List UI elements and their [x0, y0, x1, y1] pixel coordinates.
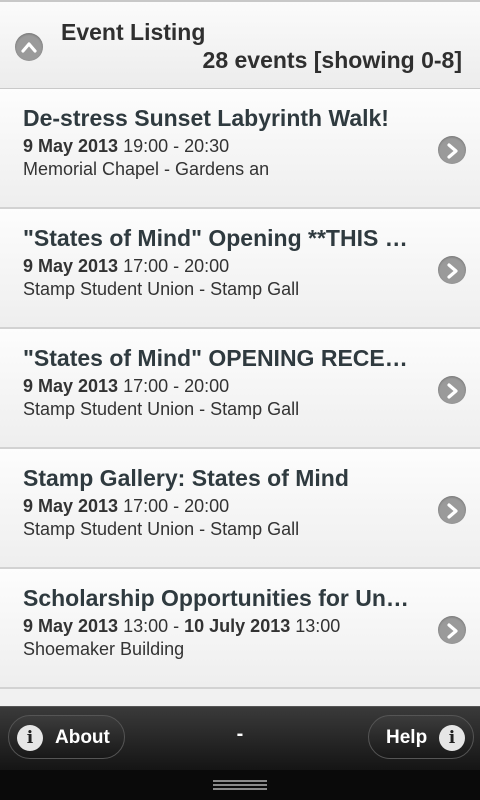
event-start-time: 19:00	[123, 136, 169, 156]
event-end-time: 13:00	[295, 616, 341, 636]
event-title: De-stress Sunset Labyrinth Walk!	[23, 105, 389, 131]
chevron-right-icon	[447, 263, 458, 279]
event-title: "States of Mind" OPENING RECEPTION	[23, 345, 418, 371]
list-header: Event Listing 28 events [showing 0-8]	[0, 0, 480, 89]
chevron-right-icon	[447, 143, 458, 159]
list-item[interactable]: Scholarship Opportunities for Undergradu…	[0, 569, 480, 689]
collapse-button[interactable]	[15, 33, 43, 61]
page-title: Event Listing	[61, 19, 206, 45]
help-label: Help	[386, 727, 428, 748]
event-title: Scholarship Opportunities for Undergradu…	[23, 585, 418, 611]
event-end-time: 20:00	[184, 376, 230, 396]
event-title: "States of Mind" Opening **THIS EVENT	[23, 225, 418, 251]
event-time-separator: -	[168, 616, 185, 636]
list-item[interactable]: "States of Mind" OPENING RECEPTION 9 May…	[0, 329, 480, 449]
event-location: Stamp Student Union - Stamp Gall	[23, 279, 300, 299]
open-event-button[interactable]	[438, 376, 466, 404]
list-item[interactable]: Stamp Gallery: States of Mind 9 May 2013…	[0, 449, 480, 569]
event-time: 9 May 2013 17:00 - 20:00	[23, 256, 229, 277]
event-time-separator: -	[168, 256, 185, 276]
event-location: Stamp Student Union - Stamp Gall	[23, 519, 300, 539]
open-event-button[interactable]	[438, 616, 466, 644]
event-time-separator: -	[168, 136, 185, 156]
chevron-up-icon	[21, 42, 37, 53]
event-start-date: 9 May 2013	[23, 496, 119, 516]
help-button[interactable]: Help i	[368, 715, 474, 759]
event-time-separator: -	[168, 496, 185, 516]
event-location: Stamp Student Union - Stamp Gall	[23, 399, 300, 419]
event-title: Stamp Gallery: States of Mind	[23, 465, 349, 491]
event-start-date: 9 May 2013	[23, 256, 119, 276]
event-start-time: 17:00	[123, 376, 169, 396]
event-list: De-stress Sunset Labyrinth Walk! 9 May 2…	[0, 89, 480, 689]
system-bar	[0, 770, 480, 800]
chevron-right-icon	[447, 623, 458, 639]
event-start-date: 9 May 2013	[23, 616, 119, 636]
open-event-button[interactable]	[438, 256, 466, 284]
event-time: 9 May 2013 17:00 - 20:00	[23, 376, 229, 397]
event-start-time: 17:00	[123, 496, 169, 516]
event-start-date: 9 May 2013	[23, 136, 119, 156]
event-end-time: 20:00	[184, 256, 230, 276]
event-location: Memorial Chapel - Gardens an	[23, 159, 270, 179]
list-item[interactable]: "States of Mind" Opening **THIS EVENT 9 …	[0, 209, 480, 329]
bottom-toolbar: i About - Help i	[0, 706, 480, 771]
open-event-button[interactable]	[438, 496, 466, 524]
event-start-time: 13:00	[123, 616, 169, 636]
event-count: 28 events [showing 0-8]	[202, 47, 462, 73]
event-time: 9 May 2013 19:00 - 20:30	[23, 136, 229, 157]
event-time: 9 May 2013 13:00 - 10 July 2013 13:00	[23, 616, 340, 637]
drag-handle[interactable]	[213, 780, 267, 790]
event-end-date: 10 July 2013	[184, 616, 291, 636]
event-time: 9 May 2013 17:00 - 20:00	[23, 496, 229, 517]
chevron-right-icon	[447, 503, 458, 519]
chevron-right-icon	[447, 383, 458, 399]
list-item[interactable]: De-stress Sunset Labyrinth Walk! 9 May 2…	[0, 89, 480, 209]
event-start-time: 17:00	[123, 256, 169, 276]
event-time-separator: -	[168, 376, 185, 396]
info-icon: i	[439, 725, 465, 751]
open-event-button[interactable]	[438, 136, 466, 164]
event-location: Shoemaker Building	[23, 639, 185, 659]
event-start-date: 9 May 2013	[23, 376, 119, 396]
event-end-time: 20:00	[184, 496, 230, 516]
event-end-time: 20:30	[184, 136, 230, 156]
